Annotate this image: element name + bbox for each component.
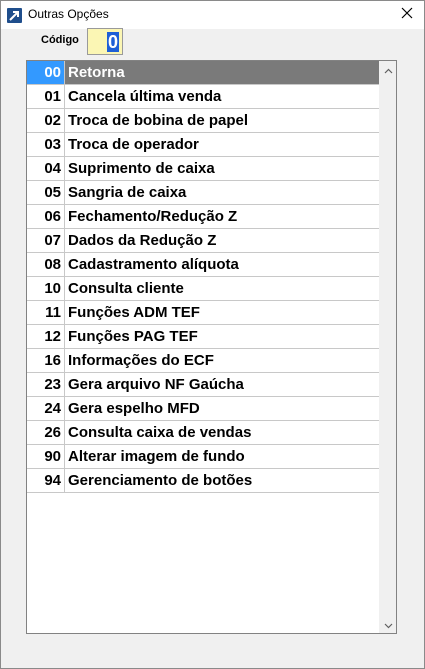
option-label: Troca de operador <box>68 136 199 153</box>
option-row[interactable]: 00 Retorna <box>27 61 379 85</box>
option-label: Consulta cliente <box>68 280 184 297</box>
chevron-up-icon <box>384 61 393 79</box>
option-code: 11 <box>27 301 65 324</box>
option-label: Dados da Redução Z <box>68 232 217 249</box>
option-row[interactable]: 23 Gera arquivo NF Gaúcha <box>27 373 379 397</box>
option-code: 06 <box>27 205 65 228</box>
option-label: Gera espelho MFD <box>68 400 200 417</box>
option-code: 16 <box>27 349 65 372</box>
option-code: 23 <box>27 373 65 396</box>
option-row[interactable]: 06 Fechamento/Redução Z <box>27 205 379 229</box>
option-row[interactable]: 90 Alterar imagem de fundo <box>27 445 379 469</box>
scroll-up-button[interactable] <box>380 61 397 78</box>
option-code: 90 <box>27 445 65 468</box>
option-row[interactable]: 08 Cadastramento alíquota <box>27 253 379 277</box>
option-row[interactable]: 24 Gera espelho MFD <box>27 397 379 421</box>
window-title: Outras Opções <box>28 7 109 21</box>
option-row[interactable]: 94 Gerenciamento de botões <box>27 469 379 493</box>
option-label: Funções PAG TEF <box>68 328 198 345</box>
option-row[interactable]: 11 Funções ADM TEF <box>27 301 379 325</box>
option-code: 03 <box>27 133 65 156</box>
option-row[interactable]: 01 Cancela última venda <box>27 85 379 109</box>
options-listbox[interactable]: 00 Retorna 01 Cancela última venda 02 Troca d… <box>26 60 397 634</box>
option-code: 02 <box>27 109 65 132</box>
codigo-value: 0 <box>106 31 119 52</box>
option-code: 04 <box>27 157 65 180</box>
option-code: 01 <box>27 85 65 108</box>
codigo-input[interactable]: 0 <box>87 28 123 55</box>
option-label: Cancela última venda <box>68 88 222 105</box>
option-label: Cadastramento alíquota <box>68 256 239 273</box>
scroll-down-button[interactable] <box>380 616 397 633</box>
vertical-scrollbar[interactable] <box>379 61 396 633</box>
option-row[interactable]: 03 Troca de operador <box>27 133 379 157</box>
options-window: Outras Opções Código 0 00 Retorna 01 Cancel… <box>0 0 425 669</box>
option-label: Troca de bobina de papel <box>68 112 249 129</box>
app-icon <box>7 8 22 23</box>
option-label: Funções ADM TEF <box>68 304 200 321</box>
option-row[interactable]: 04 Suprimento de caixa <box>27 157 379 181</box>
option-code: 94 <box>27 469 65 492</box>
codigo-label: Código <box>41 34 79 46</box>
option-row[interactable]: 26 Consulta caixa de vendas <box>27 421 379 445</box>
option-label: Gerenciamento de botões <box>68 472 253 489</box>
close-icon <box>401 6 413 24</box>
option-code: 24 <box>27 397 65 420</box>
option-row[interactable]: 12 Funções PAG TEF <box>27 325 379 349</box>
options-list: 00 Retorna 01 Cancela última venda 02 Troca d… <box>27 61 379 633</box>
option-row[interactable]: 10 Consulta cliente <box>27 277 379 301</box>
option-label: Suprimento de caixa <box>68 160 215 177</box>
option-label: Consulta caixa de vendas <box>68 424 252 441</box>
option-code: 10 <box>27 277 65 300</box>
option-code: 08 <box>27 253 65 276</box>
title-bar[interactable]: Outras Opções <box>1 1 424 29</box>
option-label: Gera arquivo NF Gaúcha <box>68 376 244 393</box>
option-label: Fechamento/Redução Z <box>68 208 238 225</box>
option-code: 26 <box>27 421 65 444</box>
option-label: Sangria de caixa <box>68 184 187 201</box>
option-code: 00 <box>27 61 65 84</box>
option-code: 12 <box>27 325 65 348</box>
option-label: Informações do ECF <box>68 352 214 369</box>
option-label: Retorna <box>65 61 379 84</box>
chevron-down-icon <box>384 616 393 634</box>
close-button[interactable] <box>390 1 424 29</box>
option-row[interactable]: 02 Troca de bobina de papel <box>27 109 379 133</box>
option-row[interactable]: 05 Sangria de caixa <box>27 181 379 205</box>
option-row[interactable]: 16 Informações do ECF <box>27 349 379 373</box>
option-row[interactable]: 07 Dados da Redução Z <box>27 229 379 253</box>
option-code: 05 <box>27 181 65 204</box>
option-code: 07 <box>27 229 65 252</box>
option-label: Alterar imagem de fundo <box>68 448 245 465</box>
